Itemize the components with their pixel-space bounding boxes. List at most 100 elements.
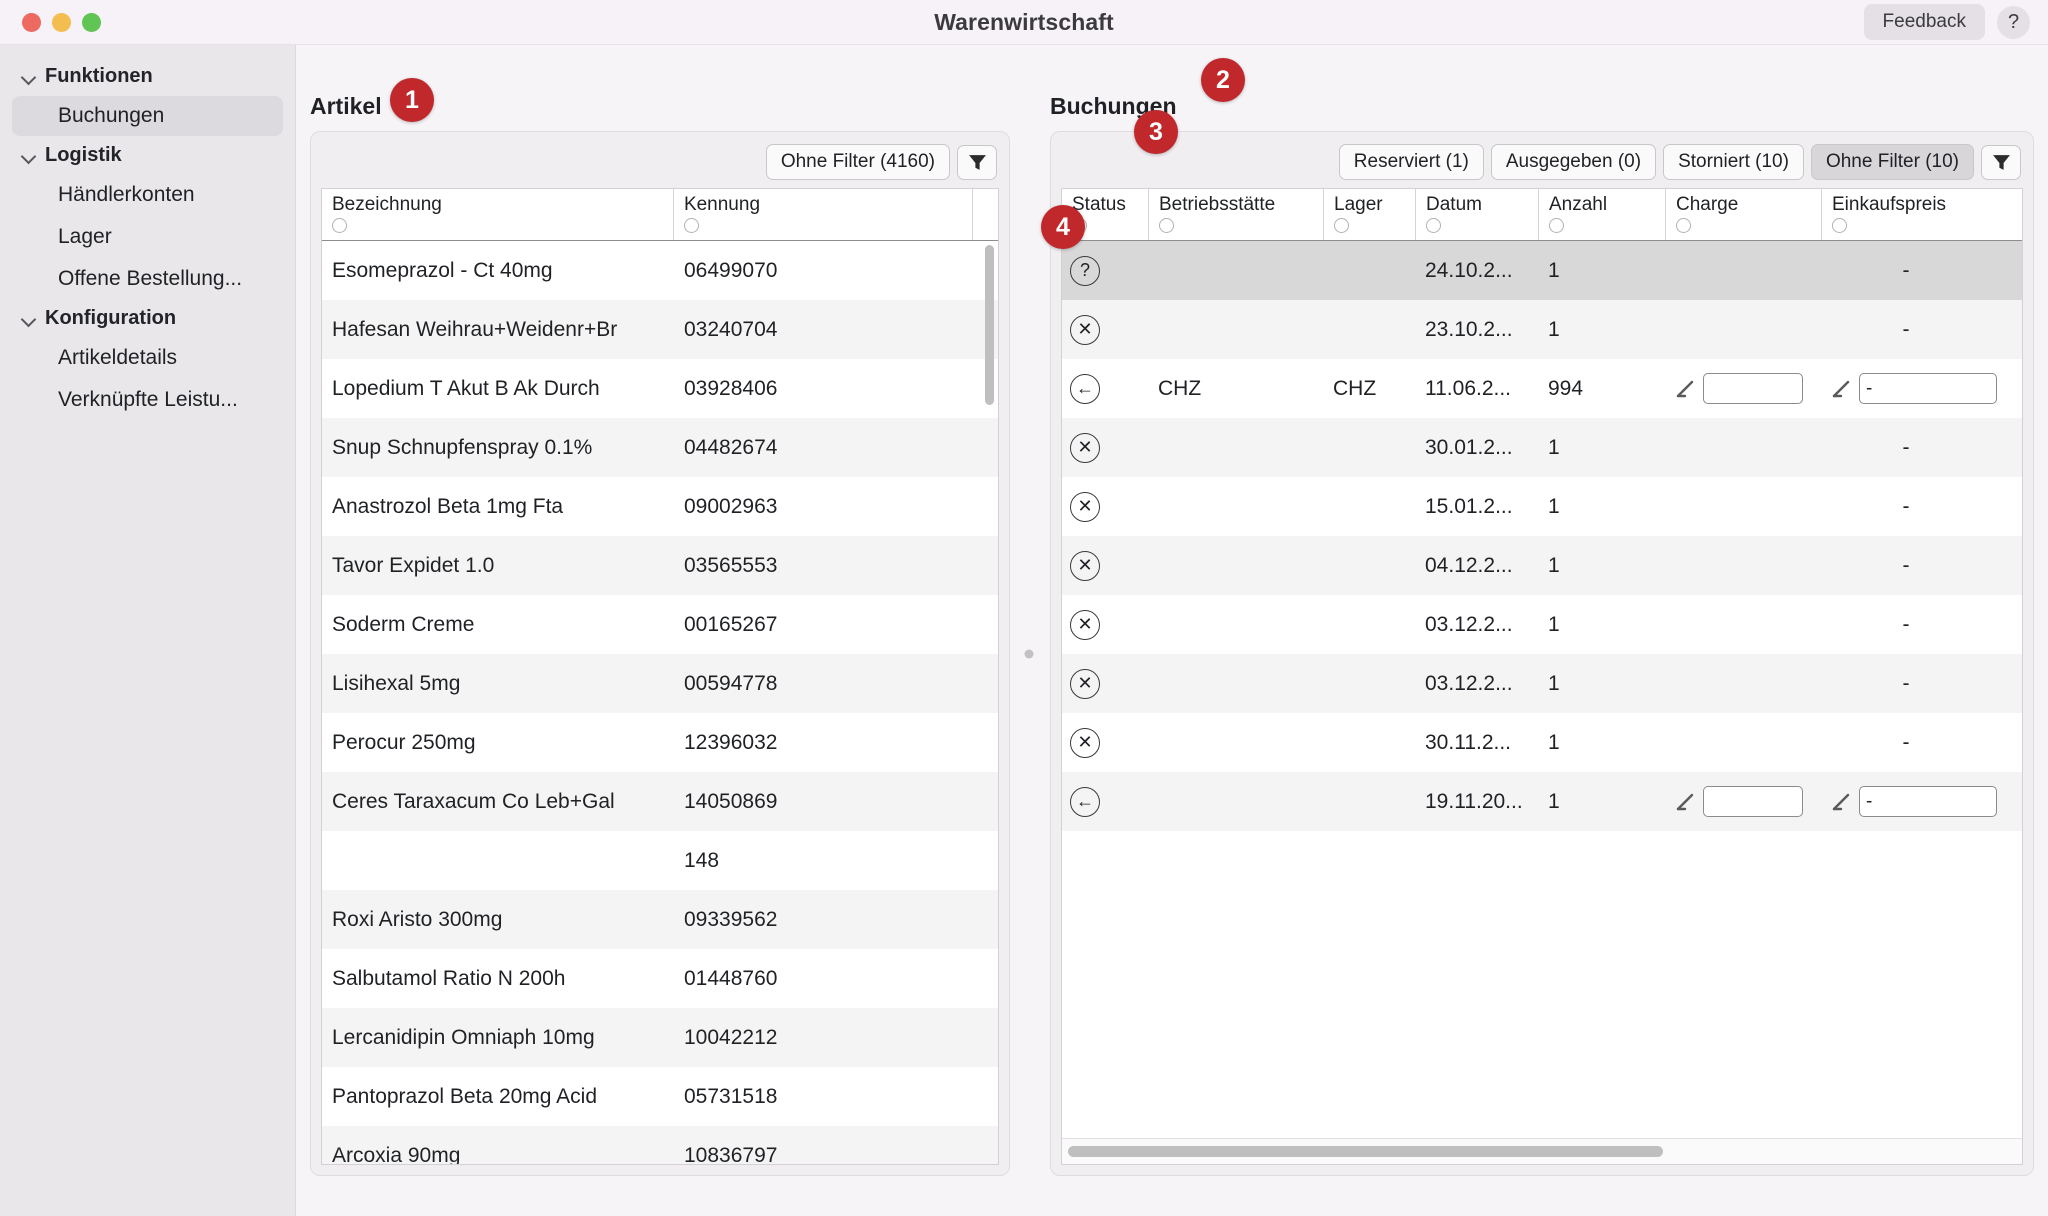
artikel-table-row[interactable]: Tavor Expidet 1.0 03565553 xyxy=(322,536,998,595)
artikel-table-row[interactable]: Lercanidipin Omniaph 10mg 10042212 xyxy=(322,1008,998,1067)
sidebar-item-verknuepfte-leistungen[interactable]: Verknüpfte Leistu... xyxy=(12,380,283,420)
sidebar-item-offene-bestellungen[interactable]: Offene Bestellung... xyxy=(12,259,283,299)
artikel-table-row[interactable]: Lopedium T Akut B Ak Durch 03928406 xyxy=(322,359,998,418)
buchungen-column-betriebsstaette[interactable]: Betriebsstätte xyxy=(1148,189,1323,240)
help-icon[interactable]: ? xyxy=(1997,5,2030,39)
artikel-vertical-scrollbar[interactable] xyxy=(985,245,994,405)
artikel-table-row[interactable]: Snup Schnupfenspray 0.1% 04482674 xyxy=(322,418,998,477)
artikel-funnel-icon[interactable] xyxy=(957,144,997,180)
sidebar-group-funktionen[interactable]: Funktionen xyxy=(0,59,295,94)
artikel-cell-bezeichnung: Lercanidipin Omniaph 10mg xyxy=(332,1025,595,1049)
buchungen-cell-anzahl: 1 xyxy=(1548,494,1560,518)
artikel-filter-ohne-filter-button[interactable]: Ohne Filter (4160) xyxy=(765,144,950,180)
buchungen-cell-betriebsstaette: CHZ xyxy=(1158,376,1202,400)
sort-indicator-icon[interactable] xyxy=(1676,218,1691,233)
artikel-table-row[interactable]: Arcoxia 90mg 10836797 xyxy=(322,1126,998,1164)
artikel-table-row[interactable]: Hafesan Weihrau+Weidenr+Br 03240704 xyxy=(322,300,998,359)
buchungen-cell-datum: 30.01.2... xyxy=(1425,435,1513,459)
artikel-table-row[interactable]: Soderm Creme 00165267 xyxy=(322,595,998,654)
artikel-table: Bezeichnung Kennung Esomeprazol - Ct 40m… xyxy=(321,188,999,1165)
artikel-table-row[interactable]: Perocur 250mg 12396032 xyxy=(322,713,998,772)
x-circle-icon[interactable]: ✕ xyxy=(1070,550,1100,581)
artikel-table-row[interactable]: Pantoprazol Beta 20mg Acid 05731518 xyxy=(322,1067,998,1126)
sidebar-item-haendlerkonten[interactable]: Händlerkonten xyxy=(12,175,283,215)
buchungen-table-body: ? 24.10.2... 1 - ✕ 23.10.2... 1 - ← CHZ CHZ 11.06.2… xyxy=(1062,241,2022,1138)
artikel-table-row[interactable]: Roxi Aristo 300mg 09339562 xyxy=(322,890,998,949)
x-circle-icon[interactable]: ✕ xyxy=(1070,432,1100,463)
buchungen-filter-reserviert-button[interactable]: Reserviert (1) xyxy=(1338,144,1484,180)
sidebar-item-lager[interactable]: Lager xyxy=(12,217,283,257)
splitter-grip-icon[interactable] xyxy=(1024,649,1034,658)
buchungen-horizontal-scrollbar[interactable] xyxy=(1062,1138,2022,1164)
sort-indicator-icon[interactable] xyxy=(1159,218,1174,233)
sort-indicator-icon[interactable] xyxy=(683,218,699,233)
sidebar-group-logistik[interactable]: Logistik xyxy=(0,138,295,173)
sidebar-item-label: Buchungen xyxy=(58,104,165,127)
buchungen-table-row[interactable]: ✕ 23.10.2... 1 - xyxy=(1062,300,2022,359)
artikel-table-row[interactable]: Salbutamol Ratio N 200h 01448760 xyxy=(322,949,998,1008)
scrollbar-thumb[interactable] xyxy=(1068,1146,1663,1157)
artikel-table-row[interactable]: 148 xyxy=(322,831,998,890)
sort-indicator-icon[interactable] xyxy=(1334,218,1349,233)
buchungen-column-datum[interactable]: Datum xyxy=(1415,189,1538,240)
charge-input[interactable] xyxy=(1703,786,1803,817)
artikel-table-row[interactable]: Ceres Taraxacum Co Leb+Gal 14050869 xyxy=(322,772,998,831)
einkaufspreis-input[interactable] xyxy=(1859,373,1997,404)
einkaufspreis-value: - xyxy=(1902,258,1910,282)
sort-indicator-icon[interactable] xyxy=(1549,218,1564,233)
buchungen-filter-ohne-filter-button[interactable]: Ohne Filter (10) xyxy=(1810,144,1974,180)
artikel-cell-bezeichnung: Esomeprazol - Ct 40mg xyxy=(332,258,553,282)
buchungen-cell-charge xyxy=(1665,786,1821,817)
buchungen-column-anzahl[interactable]: Anzahl xyxy=(1538,189,1665,240)
sidebar-item-label: Artikeldetails xyxy=(58,346,178,369)
buchungen-filter-ausgegeben-button[interactable]: Ausgegeben (0) xyxy=(1490,144,1657,180)
charge-input[interactable] xyxy=(1703,373,1803,404)
x-circle-icon[interactable]: ✕ xyxy=(1070,609,1100,640)
sort-indicator-icon[interactable] xyxy=(332,218,347,233)
x-circle-icon[interactable]: ✕ xyxy=(1070,491,1100,522)
buchungen-table-row[interactable]: ← CHZ CHZ 11.06.2... 994 xyxy=(1062,359,2022,418)
x-circle-icon[interactable]: ✕ xyxy=(1070,668,1100,699)
buchungen-table-row[interactable]: ← 19.11.20... 1 xyxy=(1062,772,2022,831)
x-circle-icon[interactable]: ✕ xyxy=(1070,727,1100,758)
buchungen-filter-storniert-button[interactable]: Storniert (10) xyxy=(1663,144,1804,180)
buchungen-table-row[interactable]: ✕ 04.12.2... 1 - xyxy=(1062,536,2022,595)
buchungen-column-lager[interactable]: Lager xyxy=(1323,189,1415,240)
buchungen-table-row[interactable]: ? 24.10.2... 1 - xyxy=(1062,241,2022,300)
chevron-down-icon xyxy=(22,70,36,84)
arrow-left-circle-icon[interactable]: ← xyxy=(1070,786,1100,817)
buchungen-column-charge[interactable]: Charge xyxy=(1665,189,1821,240)
buchungen-funnel-icon[interactable] xyxy=(1981,144,2021,180)
artikel-cell-bezeichnung: Ceres Taraxacum Co Leb+Gal xyxy=(332,789,615,813)
buchungen-table-row[interactable]: ✕ 03.12.2... 1 - xyxy=(1062,595,2022,654)
artikel-column-bezeichnung[interactable]: Bezeichnung xyxy=(322,189,673,240)
sort-indicator-icon[interactable] xyxy=(1426,218,1441,233)
artikel-table-row[interactable]: Lisihexal 5mg 00594778 xyxy=(322,654,998,713)
x-circle-icon[interactable]: ✕ xyxy=(1070,314,1100,345)
buchungen-table-row[interactable]: ✕ 03.12.2... 1 - xyxy=(1062,654,2022,713)
sidebar-item-buchungen[interactable]: Buchungen xyxy=(12,96,283,136)
panel-splitter[interactable] xyxy=(1014,131,1044,1176)
buchungen-table-row[interactable]: ✕ 30.01.2... 1 - xyxy=(1062,418,2022,477)
buchungen-table-row[interactable]: ✕ 30.11.2... 1 - xyxy=(1062,713,2022,772)
buchungen-cell-anzahl: 1 xyxy=(1548,258,1560,282)
buchungen-cell-status: ? xyxy=(1062,255,1148,286)
artikel-column-kennung[interactable]: Kennung xyxy=(672,189,972,240)
einkaufspreis-input[interactable] xyxy=(1859,786,1997,817)
question-circle-icon[interactable]: ? xyxy=(1070,255,1100,286)
chevron-down-icon xyxy=(22,149,36,163)
buchungen-cell-anzahl: 1 xyxy=(1548,553,1560,577)
buchungen-cell-anzahl: 1 xyxy=(1548,317,1560,341)
sidebar-group-konfiguration[interactable]: Konfiguration xyxy=(0,301,295,336)
sidebar-item-artikeldetails[interactable]: Artikeldetails xyxy=(12,338,283,378)
buchungen-column-einkaufspreis[interactable]: Einkaufspreis xyxy=(1821,189,2021,240)
artikel-cell-bezeichnung: Salbutamol Ratio N 200h xyxy=(332,966,566,990)
arrow-left-circle-icon[interactable]: ← xyxy=(1070,373,1100,404)
artikel-table-row[interactable]: Esomeprazol - Ct 40mg 06499070 xyxy=(322,241,998,300)
einkaufspreis-value: - xyxy=(1902,730,1910,754)
feedback-button[interactable]: Feedback xyxy=(1863,4,1985,40)
artikel-table-body: Esomeprazol - Ct 40mg 06499070 Hafesan Wei… xyxy=(322,241,998,1164)
artikel-table-row[interactable]: Anastrozol Beta 1mg Fta 09002963 xyxy=(322,477,998,536)
buchungen-table-row[interactable]: ✕ 15.01.2... 1 - xyxy=(1062,477,2022,536)
sort-indicator-icon[interactable] xyxy=(1832,218,1847,233)
